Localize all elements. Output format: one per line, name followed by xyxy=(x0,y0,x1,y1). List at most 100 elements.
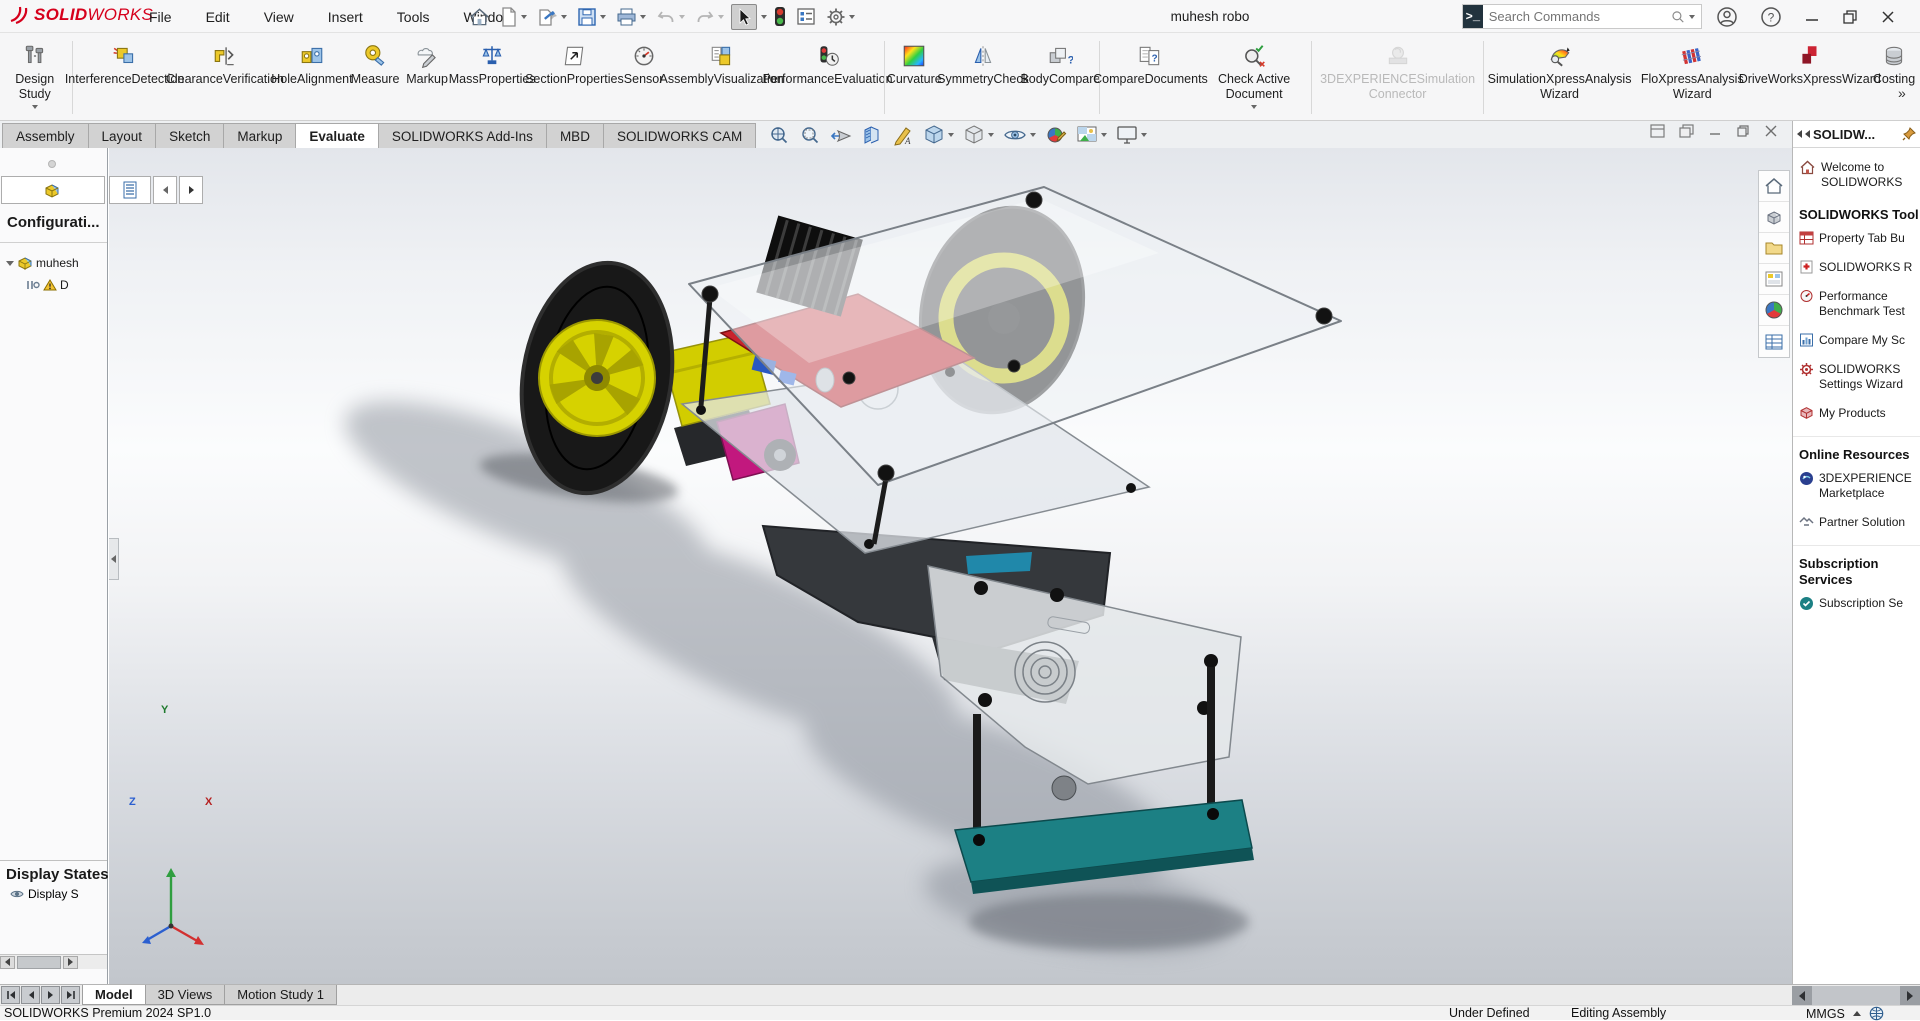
save-dropdown[interactable] xyxy=(600,14,606,19)
ribbon-item-curvature[interactable]: Curvature xyxy=(886,39,942,89)
scroll-right-button[interactable] xyxy=(63,955,78,969)
performance-benchmark-test-link[interactable]: Performance Benchmark Test xyxy=(1793,282,1920,326)
ribbon-item-check-active-document[interactable]: Check Active Document xyxy=(1199,39,1309,111)
undo-button[interactable] xyxy=(653,6,688,28)
help-icon[interactable]: ? xyxy=(1760,6,1782,28)
display-state-item[interactable]: Display S xyxy=(0,887,107,901)
zoom-to-area-button[interactable] xyxy=(799,124,821,146)
pin-task-pane-icon[interactable] xyxy=(1902,127,1916,141)
tab-sketch[interactable]: Sketch xyxy=(155,123,225,148)
ribbon-item-performance-evaluation[interactable]: PerformanceEvaluation xyxy=(763,39,893,89)
tree-expand-icon[interactable] xyxy=(6,260,14,266)
feature-manager-tree-tab[interactable] xyxy=(109,176,151,204)
ribbon-item-markup[interactable]: Markup xyxy=(401,39,453,89)
tab-evaluate[interactable]: Evaluate xyxy=(295,123,379,148)
open-button[interactable] xyxy=(534,5,570,29)
check-active-document-dropdown[interactable] xyxy=(1251,105,1258,109)
first-tab-button[interactable] xyxy=(1,986,20,1004)
tab-scroll-left[interactable] xyxy=(1792,986,1812,1005)
apply-scene-dropdown[interactable] xyxy=(1101,132,1107,137)
partner-solutions-link[interactable]: Partner Solution xyxy=(1793,508,1920,537)
print-dropdown[interactable] xyxy=(640,14,646,19)
display-style-dropdown[interactable] xyxy=(988,132,994,137)
ribbon-item-clearance-verification[interactable]: ClearanceVerification xyxy=(166,39,284,89)
menu-tools[interactable]: Tools xyxy=(393,5,434,29)
search-icon[interactable] xyxy=(1671,8,1685,26)
3dexperience-marketplace-link[interactable]: 3DEXPERIENCE Marketplace xyxy=(1793,464,1920,508)
close-button[interactable] xyxy=(1880,9,1896,25)
ribbon-item-driveworksxpress[interactable]: DriveWorksXpressWizard xyxy=(1739,39,1881,89)
compare-my-score-link[interactable]: Compare My Sc xyxy=(1793,326,1920,355)
panel-tab-scroll-right[interactable] xyxy=(179,176,203,204)
file-properties-button[interactable] xyxy=(793,5,819,28)
redo-button[interactable] xyxy=(692,6,727,28)
undo-dropdown[interactable] xyxy=(679,14,685,19)
hide-show-items-dropdown[interactable] xyxy=(1030,132,1036,137)
tab-motion-study-1[interactable]: Motion Study 1 xyxy=(224,985,337,1005)
options-button[interactable] xyxy=(823,5,858,29)
property-tab-builder-link[interactable]: Property Tab Bu xyxy=(1793,224,1920,253)
ribbon-item-simulationxpress[interactable]: SimulationXpressAnalysis Wizard xyxy=(1486,39,1633,104)
robot-assembly-model[interactable] xyxy=(109,148,1792,984)
view-orientation-dropdown[interactable] xyxy=(948,132,954,137)
tab-scroll-right[interactable] xyxy=(1900,986,1920,1005)
ribbon-item-section-properties[interactable]: SectionProperties xyxy=(525,39,624,89)
scroll-left-button[interactable] xyxy=(0,955,15,969)
custom-properties-tab[interactable] xyxy=(1759,326,1789,357)
panel-collapse-handle[interactable] xyxy=(109,538,119,580)
units-label[interactable]: MMGS xyxy=(1806,1007,1845,1021)
ribbon-item-body-compare[interactable]: ? BodyCompare xyxy=(1020,39,1100,89)
welcome-to-solidworks-link[interactable]: Welcome to SOLIDWORKS xyxy=(1793,148,1920,197)
menu-insert[interactable]: Insert xyxy=(324,5,367,29)
new-document-dropdown[interactable] xyxy=(521,14,527,19)
menu-edit[interactable]: Edit xyxy=(202,5,234,29)
hide-show-items-button[interactable] xyxy=(1003,124,1036,146)
tab-model[interactable]: Model xyxy=(82,985,146,1005)
ribbon-item-measure[interactable]: Measure xyxy=(349,39,401,89)
save-button[interactable] xyxy=(574,5,609,29)
tile-windows-icon[interactable] xyxy=(1650,124,1665,138)
solidworks-settings-wizard-link[interactable]: SOLIDWORKS Settings Wizard xyxy=(1793,355,1920,399)
menu-view[interactable]: View xyxy=(260,5,298,29)
ribbon-item-design-study[interactable]: Design Study xyxy=(0,39,70,111)
minimize-document-button[interactable] xyxy=(1708,124,1722,138)
ribbon-item-symmetry-check[interactable]: SymmetryCheck xyxy=(937,39,1029,89)
view-orientation-button[interactable] xyxy=(923,124,954,146)
tree-root-row[interactable]: muhesh xyxy=(6,256,79,270)
globe-icon[interactable] xyxy=(1869,1006,1884,1021)
cascade-windows-icon[interactable] xyxy=(1679,124,1694,138)
ribbon-overflow-button[interactable]: » xyxy=(1898,85,1906,101)
print-button[interactable] xyxy=(613,5,649,29)
tab-solidworks-cam[interactable]: SOLIDWORKS CAM xyxy=(602,123,757,148)
units-dropdown-arrow[interactable] xyxy=(1852,1011,1861,1016)
annotations-button[interactable]: A xyxy=(892,124,914,146)
solidworks-rx-link[interactable]: SOLIDWORKS R xyxy=(1793,253,1920,282)
ribbon-item-mass-properties[interactable]: MassProperties xyxy=(449,39,536,89)
graphics-viewport[interactable]: Y X Z xyxy=(109,148,1792,984)
units-selector[interactable]: MMGS xyxy=(1806,1006,1884,1021)
ribbon-item-compare-documents[interactable]: ? CompareDocuments xyxy=(1093,39,1208,89)
design-library-tab[interactable] xyxy=(1759,202,1789,233)
apply-scene-button[interactable] xyxy=(1076,124,1107,146)
my-products-link[interactable]: My Products xyxy=(1793,399,1920,428)
file-explorer-tab[interactable] xyxy=(1759,233,1789,264)
select-tool-button[interactable] xyxy=(731,3,757,30)
rebuild-button[interactable] xyxy=(771,4,789,29)
last-tab-button[interactable] xyxy=(61,986,80,1004)
task-pane-header[interactable]: SOLIDW... xyxy=(1793,121,1920,148)
ribbon-item-interference-detection[interactable]: InterferenceDetection xyxy=(65,39,184,89)
tree-root-label[interactable]: muhesh xyxy=(36,256,79,270)
menu-file[interactable]: File xyxy=(145,5,176,29)
minimize-button[interactable] xyxy=(1804,9,1820,25)
tab-3d-views[interactable]: 3D Views xyxy=(144,985,226,1005)
subscription-services-link[interactable]: Subscription Se xyxy=(1793,589,1920,618)
edit-appearance-button[interactable] xyxy=(1045,124,1067,146)
ribbon-item-floxpress[interactable]: FloXpressAnalysis Wizard xyxy=(1633,39,1752,104)
panel-tab-scroll-left[interactable] xyxy=(153,176,177,204)
tree-child-row[interactable]: D xyxy=(26,278,69,292)
panel-splitter-handle[interactable] xyxy=(48,160,56,168)
redo-dropdown[interactable] xyxy=(718,14,724,19)
options-dropdown[interactable] xyxy=(849,14,855,19)
view-palette-tab[interactable] xyxy=(1759,264,1789,295)
configuration-manager-tab[interactable] xyxy=(1,176,105,204)
